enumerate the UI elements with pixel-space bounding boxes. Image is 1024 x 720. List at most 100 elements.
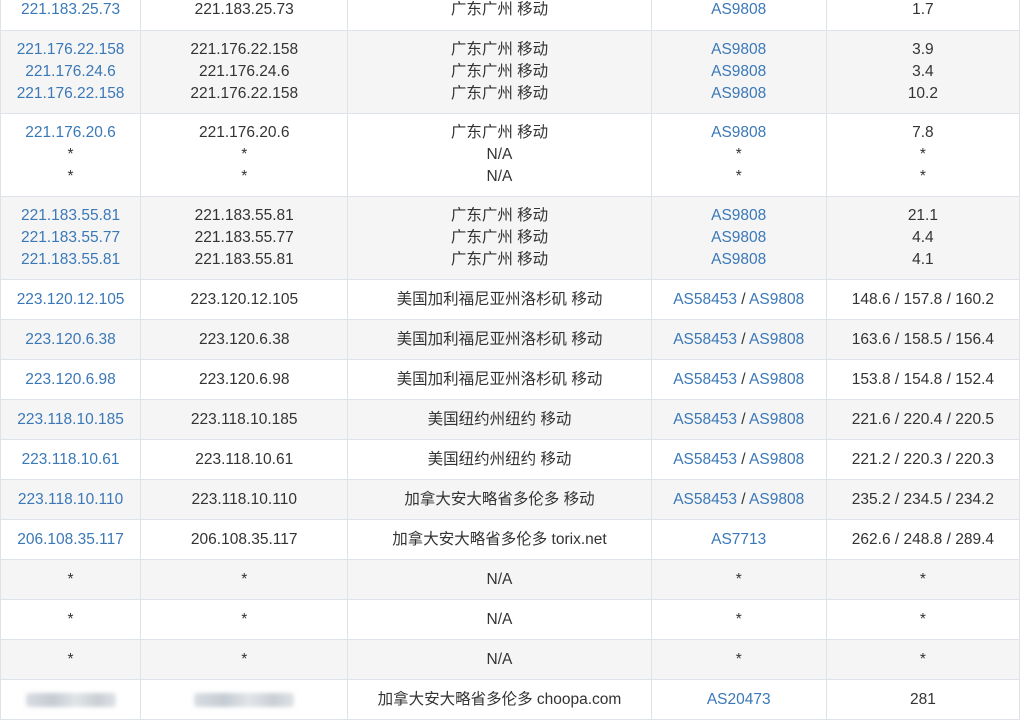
ip-cell: 223.120.12.105: [0, 279, 142, 320]
asn-link[interactable]: AS9808: [749, 291, 804, 308]
asn-line: AS9808: [652, 249, 826, 271]
ip-link[interactable]: 221.183.55.77: [21, 229, 120, 246]
asn-link[interactable]: AS7713: [711, 531, 766, 548]
asn-link[interactable]: AS58453: [673, 371, 737, 388]
asn-cell: AS9808 * *: [650, 113, 827, 197]
asn-link[interactable]: AS9808: [749, 411, 804, 428]
ip-cell: 221.176.20.6 * *: [0, 113, 142, 197]
ip-link[interactable]: 223.120.6.38: [25, 331, 116, 348]
location-line: 加拿大安大略省多伦多 torix.net: [348, 529, 650, 551]
asn-cell: AS58453 / AS9808: [650, 359, 827, 400]
latency-text: 3.9: [912, 41, 934, 59]
hostname-cell: 223.118.10.61: [140, 439, 349, 480]
ip-link[interactable]: 223.120.6.98: [25, 371, 116, 388]
hostname-line: 221.176.22.158: [141, 83, 347, 105]
asn-link[interactable]: AS9808: [749, 491, 804, 508]
asn-link[interactable]: AS9808: [711, 207, 766, 224]
asn-link[interactable]: AS9808: [711, 85, 766, 102]
latency-line: *: [827, 569, 1019, 591]
ip-link[interactable]: 221.183.25.73: [21, 1, 120, 18]
latency-text: 148.6 / 157.8 / 160.2: [851, 290, 994, 308]
asn-link[interactable]: AS58453: [673, 491, 737, 508]
hostname-cell: 221.176.22.158 221.176.24.6 221.176.22.158: [140, 30, 349, 114]
location-line: N/A: [348, 166, 650, 188]
ip-cell: 223.118.10.61: [0, 439, 142, 480]
ip-line: 223.120.12.105: [1, 289, 140, 311]
latency-cell: 262.6 / 248.8 / 289.4: [825, 519, 1021, 560]
ip-link[interactable]: 223.118.10.110: [18, 491, 123, 508]
latency-cell: 21.1 4.4 4.1: [825, 196, 1021, 280]
location-cell: 广东广州 移动 N/A N/A: [347, 113, 652, 197]
latency-line: 7.8: [827, 122, 1019, 144]
ip-link[interactable]: 221.176.22.158: [17, 41, 125, 58]
hostname-cell: 221.183.25.73: [140, 0, 349, 31]
asn-line: *: [652, 569, 826, 591]
ip-link[interactable]: 223.118.10.185: [17, 411, 124, 428]
ip-link[interactable]: 206.108.35.117: [17, 531, 124, 548]
latency-text: *: [919, 570, 926, 588]
hostname-cell: *: [140, 559, 349, 600]
hop-row: * * N/A * *: [0, 559, 1021, 600]
asn-link[interactable]: AS9808: [711, 229, 766, 246]
ip-link[interactable]: 221.183.55.81: [21, 207, 120, 224]
asn-link[interactable]: AS9808: [711, 124, 766, 141]
location-cell: 广东广州 移动: [347, 0, 652, 31]
ip-line: 221.183.55.81: [1, 249, 140, 271]
hostname-cell: [140, 679, 349, 720]
ip-link[interactable]: 221.176.22.158: [17, 85, 125, 102]
asn-link[interactable]: AS9808: [711, 1, 766, 18]
latency-line: 4.4: [827, 227, 1019, 249]
hostname-text: 223.120.12.105: [190, 290, 299, 308]
latency-line: 4.1: [827, 249, 1019, 271]
ip-text: *: [67, 146, 74, 164]
latency-cell: 163.6 / 158.5 / 156.4: [825, 319, 1021, 360]
location-line: 加拿大安大略省多伦多 choopa.com: [348, 689, 650, 711]
traceroute-table-body: 221.183.25.73 221.183.25.73 广东广州 移动 AS9808 1…: [0, 0, 1021, 720]
hostname-cell: 221.183.55.81 221.183.55.77 221.183.55.81: [140, 196, 349, 280]
asn-link[interactable]: AS9808: [711, 251, 766, 268]
ip-link[interactable]: 223.118.10.61: [22, 451, 120, 468]
hop-row: 221.176.22.158 221.176.24.6 221.176.22.158…: [0, 30, 1021, 114]
location-text: 广东广州 移动: [450, 0, 549, 18]
location-line: 美国纽约州纽约 移动: [348, 409, 650, 431]
asn-link[interactable]: AS9808: [711, 41, 766, 58]
location-cell: N/A: [347, 639, 652, 680]
asn-unknown: *: [735, 610, 742, 628]
asn-link[interactable]: AS58453: [673, 411, 737, 428]
asn-link[interactable]: AS9808: [749, 371, 804, 388]
ip-cell: *: [0, 639, 142, 680]
ip-link[interactable]: 221.183.55.81: [21, 251, 120, 268]
latency-text: *: [919, 146, 926, 164]
latency-text: *: [919, 610, 926, 628]
asn-link[interactable]: AS9808: [711, 63, 766, 80]
ip-link[interactable]: 221.176.24.6: [25, 63, 116, 80]
asn-separator: /: [736, 410, 750, 428]
asn-link[interactable]: AS58453: [673, 331, 737, 348]
asn-line: AS58453 / AS9808: [652, 329, 826, 351]
location-text: 加拿大安大略省多伦多 torix.net: [392, 530, 607, 548]
hostname-cell: 223.120.6.98: [140, 359, 349, 400]
asn-link[interactable]: AS58453: [673, 291, 737, 308]
asn-link[interactable]: AS20473: [707, 691, 771, 708]
hostname-cell: 223.118.10.185: [140, 399, 349, 440]
asn-cell: AS9808: [650, 0, 827, 31]
ip-line: *: [1, 649, 140, 671]
ip-text: *: [67, 167, 74, 185]
hop-row: 223.120.6.38 223.120.6.38 美国加利福尼亚州洛杉矶 移动 AS…: [0, 319, 1021, 360]
ip-cell: 221.183.55.81 221.183.55.77 221.183.55.81: [0, 196, 142, 280]
latency-cell: 148.6 / 157.8 / 160.2: [825, 279, 1021, 320]
hostname-text: 221.176.24.6: [198, 63, 290, 81]
location-cell: N/A: [347, 559, 652, 600]
asn-link[interactable]: AS58453: [673, 451, 737, 468]
latency-line: *: [827, 144, 1019, 166]
ip-link[interactable]: 221.176.20.6: [25, 124, 116, 141]
ip-link[interactable]: 223.120.12.105: [17, 291, 125, 308]
hostname-line: 223.120.12.105: [141, 289, 347, 311]
ip-line: 221.176.22.158: [1, 83, 140, 105]
asn-link[interactable]: AS9808: [749, 451, 804, 468]
asn-link[interactable]: AS9808: [749, 331, 804, 348]
hostname-cell: 221.176.20.6 * *: [140, 113, 349, 197]
asn-line: AS9808: [652, 83, 826, 105]
hostname-line: 221.176.20.6: [141, 122, 347, 144]
hop-row: 223.118.10.61 223.118.10.61 美国纽约州纽约 移动 AS58…: [0, 439, 1021, 480]
